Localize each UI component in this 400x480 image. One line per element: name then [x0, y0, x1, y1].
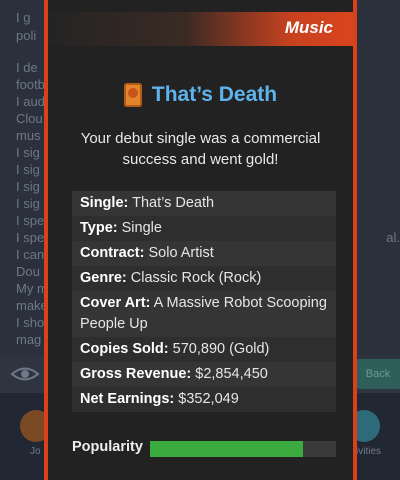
details-table: Single: That’s Death Type: Single Contra… [72, 191, 336, 412]
log-line: I de [16, 60, 38, 75]
log-line: I can [16, 247, 45, 262]
log-line: I sho [16, 315, 45, 330]
log-line: mag [16, 332, 42, 347]
detail-row-cover-art: Cover Art: A Massive Robot Scooping Peop… [72, 291, 336, 337]
log-line: I spe [16, 230, 45, 245]
detail-value: $352,049 [178, 391, 239, 407]
detail-row-gross-revenue: Gross Revenue: $2,854,450 [72, 362, 336, 387]
job-tab-label: Jo [30, 446, 41, 457]
log-line: I sig [16, 179, 40, 194]
detail-value: Solo Artist [148, 245, 214, 261]
modal-category: Music [284, 18, 333, 37]
detail-value: $2,854,450 [195, 366, 268, 382]
log-line: poli [16, 28, 37, 43]
activities-tab-label: ivities [356, 446, 382, 457]
detail-label: Cover Art: [80, 295, 151, 311]
log-line: Dou [16, 264, 40, 279]
log-line: al. [386, 230, 400, 245]
detail-label: Net Earnings: [80, 391, 175, 407]
log-line: I aud [16, 94, 45, 109]
detail-label: Contract: [80, 245, 145, 261]
modal-header: Music [48, 12, 353, 46]
detail-value: Classic Rock (Rock) [130, 270, 262, 286]
log-line: I sig [16, 145, 40, 160]
detail-row-net-earnings: Net Earnings: $352,049 [72, 387, 336, 412]
detail-label: Genre: [80, 270, 127, 286]
modal-description: Your debut single was a commercial succe… [80, 130, 321, 168]
log-line: I spe [16, 213, 45, 228]
detail-value: 570,890 (Gold) [172, 341, 270, 357]
detail-label: Copies Sold: [80, 341, 169, 357]
log-line: I sig [16, 196, 40, 211]
detail-row-single: Single: That’s Death [72, 191, 336, 216]
log-line: footb [16, 77, 45, 92]
detail-label: Gross Revenue: [80, 366, 192, 382]
detail-label: Type: [80, 220, 118, 236]
log-line: My m [16, 281, 48, 296]
detail-row-copies-sold: Copies Sold: 570,890 (Gold) [72, 337, 336, 362]
background-back-button[interactable]: Back [356, 359, 400, 389]
popularity-bar-fill [150, 441, 303, 457]
log-line: I g [16, 10, 31, 25]
eye-toggle-icon[interactable] [10, 363, 44, 385]
detail-row-contract: Contract: Solo Artist [72, 241, 336, 266]
popularity-bar [150, 441, 336, 457]
log-line: Clou [16, 111, 43, 126]
modal-title: That’s Death [151, 83, 278, 106]
modal-title-row: That’s Death [48, 80, 353, 110]
log-line: mus [16, 128, 41, 143]
music-event-modal: Music That’s Death Your debut single was… [44, 0, 357, 480]
detail-row-type: Type: Single [72, 216, 336, 241]
popularity-row: Popularity [72, 438, 336, 458]
log-line: I sig [16, 162, 40, 177]
detail-value: That’s Death [132, 195, 215, 211]
popularity-label: Popularity [72, 439, 143, 455]
detail-value: Single [121, 220, 162, 236]
detail-label: Single: [80, 195, 129, 211]
gold-record-icon [123, 83, 142, 107]
detail-row-genre: Genre: Classic Rock (Rock) [72, 266, 336, 291]
